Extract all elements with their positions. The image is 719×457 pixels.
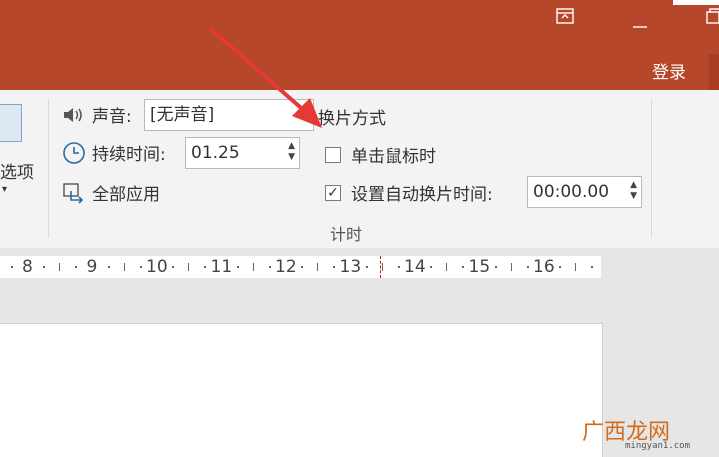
ruler-tick [381, 263, 383, 271]
speaker-icon [62, 105, 86, 125]
ruler-tick [59, 263, 60, 271]
ruler-dot [591, 266, 593, 268]
sound-label: 声音: [92, 107, 132, 127]
duration-control: 持续时间: [62, 140, 166, 165]
ruler-tick [575, 263, 576, 271]
apply-to-all-button[interactable]: 全部应用 [62, 180, 160, 205]
ruler-dot [107, 266, 110, 268]
spin-arrows-icon[interactable]: ▲ ▼ [288, 141, 295, 163]
chevron-down-icon[interactable]: ▾ [2, 184, 7, 195]
effect-options-icon[interactable] [0, 104, 22, 142]
ruler-number: 9 [86, 257, 98, 277]
ruler-number: 12 [275, 257, 297, 277]
ruler-dot [365, 266, 368, 268]
ruler-number: 14 [404, 257, 426, 277]
login-button[interactable]: 登录 [652, 58, 686, 83]
title-bar: 登录 [0, 0, 719, 90]
minimize-icon[interactable] [633, 16, 647, 32]
ruler-dot [204, 266, 206, 268]
effect-options-button[interactable]: 选项 [0, 158, 34, 183]
ruler-dot [462, 266, 464, 268]
ruler-dot [397, 266, 400, 268]
apply-all-icon [62, 182, 86, 204]
ruler-tick [317, 263, 318, 271]
ribbon: 选项 ▾ 声音: [无声音] ▾ 持续时间: 01.25 ▲ ▼ 全部应用 换片方… [0, 90, 719, 249]
window-edge [673, 0, 719, 5]
ruler-tick [123, 263, 125, 271]
ruler-tick [252, 263, 254, 271]
ruler-dot [43, 266, 45, 268]
ruler-number: 13 [339, 257, 362, 277]
after-time-option[interactable]: ✓ 设置自动换片时间: [325, 180, 493, 205]
account-area [709, 54, 719, 90]
sound-value: [无声音] [150, 105, 215, 125]
ruler-dot [494, 266, 497, 268]
group-divider [48, 100, 49, 238]
ruler-dot [268, 266, 271, 268]
ruler-dot [559, 266, 561, 268]
clock-icon [62, 141, 86, 165]
ruler-dot [172, 266, 174, 268]
ruler-number: 10 [146, 257, 168, 277]
after-label: 设置自动换片时间: [351, 185, 493, 205]
apply-all-label: 全部应用 [92, 185, 160, 205]
ruler-tick [188, 263, 189, 271]
timing-group-label: 计时 [330, 225, 363, 244]
ruler-number: 16 [533, 257, 555, 277]
on-mouse-click-option[interactable]: 单击鼠标时 [325, 142, 436, 167]
chevron-down-icon[interactable]: ▾ [301, 100, 307, 130]
advance-slide-title: 换片方式 [318, 109, 386, 129]
group-divider [651, 100, 652, 238]
ruler-tick [446, 263, 447, 271]
ruler-number: 8 [22, 257, 33, 277]
ruler-number: 15 [468, 257, 491, 277]
ruler-dot [139, 266, 142, 268]
ruler-number: 11 [210, 257, 233, 277]
duration-spinner[interactable]: 01.25 ▲ ▼ [185, 137, 300, 169]
sound-dropdown[interactable]: [无声音] ▾ [144, 99, 314, 131]
ruler-dot [430, 266, 432, 268]
slide-canvas[interactable] [0, 323, 603, 457]
watermark-url: mingyan1.com [625, 441, 691, 451]
ruler-dot [75, 266, 77, 268]
ruler-dot [301, 266, 303, 268]
ribbon-display-options-icon[interactable] [556, 8, 574, 27]
on-click-label: 单击鼠标时 [351, 147, 436, 167]
ruler-tick [510, 263, 512, 271]
spin-arrows-icon[interactable]: ▲ ▼ [630, 180, 637, 202]
after-checkbox[interactable]: ✓ [325, 184, 341, 201]
ruler-dot [10, 266, 13, 268]
after-time-spinner[interactable]: 00:00.00 ▲ ▼ [527, 176, 642, 208]
sound-control: 声音: [62, 102, 132, 127]
after-time-value: 00:00.00 [533, 182, 610, 202]
ruler-dot [236, 266, 239, 268]
on-click-checkbox[interactable] [325, 146, 341, 163]
ruler-dot [333, 266, 335, 268]
duration-label: 持续时间: [92, 145, 166, 165]
ruler-dot [526, 266, 529, 268]
restore-icon[interactable] [706, 8, 719, 27]
duration-value: 01.25 [191, 143, 240, 163]
horizontal-ruler: 8 9 10 11 12 13 14 15 16 [0, 256, 601, 278]
